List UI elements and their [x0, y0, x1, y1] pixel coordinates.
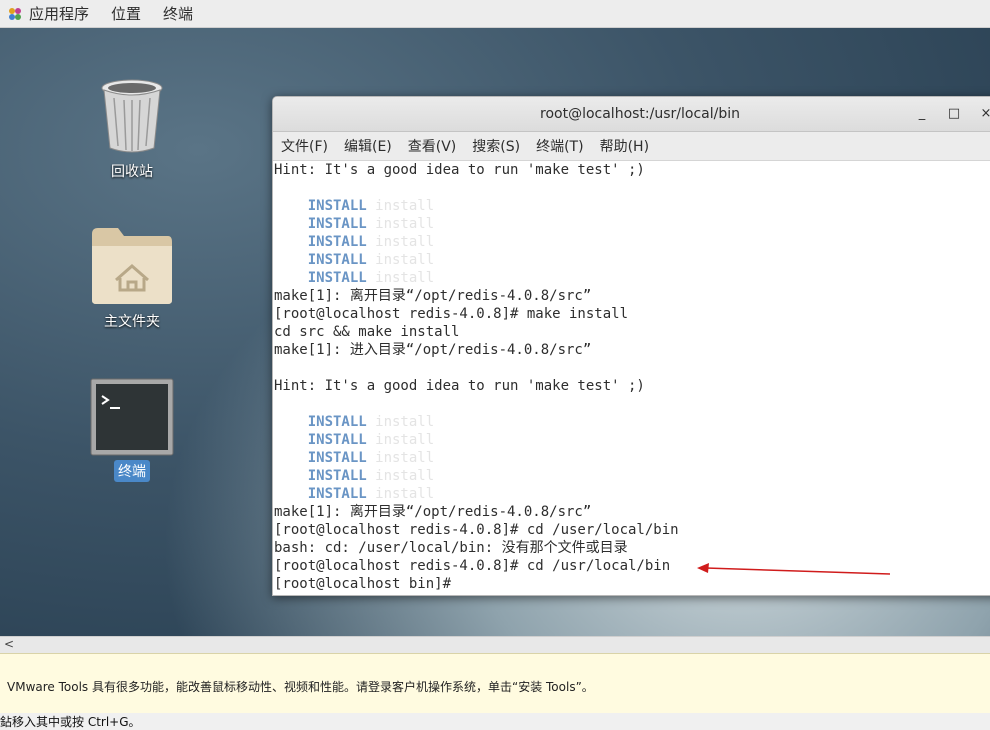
terminal-output[interactable]: Hint: It's a good idea to run 'make test…	[273, 161, 990, 593]
desktop-home-folder[interactable]: 主文件夹	[82, 224, 182, 332]
terminal-line: INSTALL install	[274, 215, 990, 233]
terminal-window: root@localhost:/usr/local/bin _ □ × 文件(F…	[272, 96, 990, 596]
menu-file[interactable]: 文件(F)	[273, 136, 336, 156]
install-target: install	[366, 252, 435, 268]
menu-help[interactable]: 帮助(H)	[592, 136, 657, 156]
install-keyword: INSTALL	[274, 468, 367, 484]
menu-view[interactable]: 查看(V)	[400, 136, 465, 156]
install-keyword: INSTALL	[274, 432, 367, 448]
trash-icon	[101, 79, 163, 153]
install-target: install	[366, 432, 435, 448]
terminal-line: INSTALL install	[274, 467, 990, 485]
top-panel: 应用程序 位置 终端	[0, 0, 990, 28]
terminal-line: INSTALL install	[274, 251, 990, 269]
install-keyword: INSTALL	[274, 450, 367, 466]
install-target: install	[366, 450, 435, 466]
menu-terminal-menu[interactable]: 终端(T)	[528, 136, 591, 156]
desktop-terminal-label: 终端	[114, 460, 150, 482]
install-keyword: INSTALL	[274, 216, 367, 232]
vmware-tools-banner: VMware Tools 具有很多功能，能改善鼠标移动性、视频和性能。请登录客户…	[0, 653, 990, 714]
menu-terminal[interactable]: 终端	[163, 3, 193, 24]
minimize-button[interactable]: _	[913, 105, 931, 123]
terminal-line: cd src && make install	[274, 324, 460, 340]
terminal-line: make[1]: 离开目录“/opt/redis-4.0.8/src”	[274, 504, 592, 520]
terminal-line: INSTALL install	[274, 431, 990, 449]
menu-search[interactable]: 搜索(S)	[464, 136, 528, 156]
window-titlebar[interactable]: root@localhost:/usr/local/bin _ □ ×	[273, 97, 990, 132]
terminal-line: make[1]: 进入目录“/opt/redis-4.0.8/src”	[274, 342, 592, 358]
terminal-line: Hint: It's a good idea to run 'make test…	[274, 378, 645, 394]
scroll-left-icon[interactable]: <	[4, 637, 14, 651]
install-target: install	[366, 234, 435, 250]
terminal-line: [root@localhost redis-4.0.8]# make insta…	[274, 306, 629, 322]
maximize-button[interactable]: □	[945, 105, 963, 123]
vmware-tools-message: VMware Tools 具有很多功能，能改善鼠标移动性、视频和性能。请登录客户…	[7, 680, 594, 694]
terminal-line: INSTALL install	[274, 233, 990, 251]
close-button[interactable]: ×	[977, 105, 990, 123]
install-keyword: INSTALL	[274, 198, 367, 214]
terminal-line: INSTALL install	[274, 449, 990, 467]
window-title: root@localhost:/usr/local/bin	[540, 106, 740, 122]
install-target: install	[366, 270, 435, 286]
install-target: install	[366, 198, 435, 214]
terminal-line: [root@localhost bin]#	[274, 576, 460, 592]
desktop-terminal[interactable]: 终端	[82, 378, 182, 482]
terminal-icon	[90, 378, 174, 456]
install-keyword: INSTALL	[274, 270, 367, 286]
menu-places[interactable]: 位置	[111, 3, 141, 24]
install-target: install	[366, 468, 435, 484]
install-keyword: INSTALL	[274, 252, 367, 268]
install-keyword: INSTALL	[274, 486, 367, 502]
applications-icon[interactable]	[7, 6, 23, 22]
desktop-trash-label: 回收站	[111, 164, 153, 180]
install-keyword: INSTALL	[274, 414, 367, 430]
terminal-line: Hint: It's a good idea to run 'make test…	[274, 162, 645, 178]
terminal-line: INSTALL install	[274, 413, 990, 431]
terminal-line: bash: cd: /user/local/bin: 没有那个文件或目录	[274, 540, 628, 556]
terminal-line: make[1]: 离开目录“/opt/redis-4.0.8/src”	[274, 288, 592, 304]
menu-applications[interactable]: 应用程序	[29, 3, 89, 24]
terminal-line: INSTALL install	[274, 269, 990, 287]
window-menubar: 文件(F) 编辑(E) 查看(V) 搜索(S) 终端(T) 帮助(H)	[273, 132, 990, 161]
desktop-trash[interactable]: 回收站	[82, 78, 182, 182]
terminal-line: [root@localhost redis-4.0.8]# cd /usr/lo…	[274, 558, 671, 574]
status-text: 鉆移入其中或按 Ctrl+G。	[0, 715, 141, 729]
horizontal-scrollbar[interactable]: <	[0, 636, 990, 653]
home-folder-icon	[92, 228, 172, 304]
desktop-home-label: 主文件夹	[104, 314, 160, 330]
status-bar: 鉆移入其中或按 Ctrl+G。	[0, 713, 990, 729]
install-target: install	[366, 486, 435, 502]
terminal-line: INSTALL install	[274, 485, 990, 503]
install-target: install	[366, 216, 435, 232]
menu-edit[interactable]: 编辑(E)	[336, 136, 400, 156]
terminal-line: INSTALL install	[274, 197, 990, 215]
terminal-line: [root@localhost redis-4.0.8]# cd /user/l…	[274, 522, 679, 538]
install-keyword: INSTALL	[274, 234, 367, 250]
install-target: install	[366, 414, 435, 430]
